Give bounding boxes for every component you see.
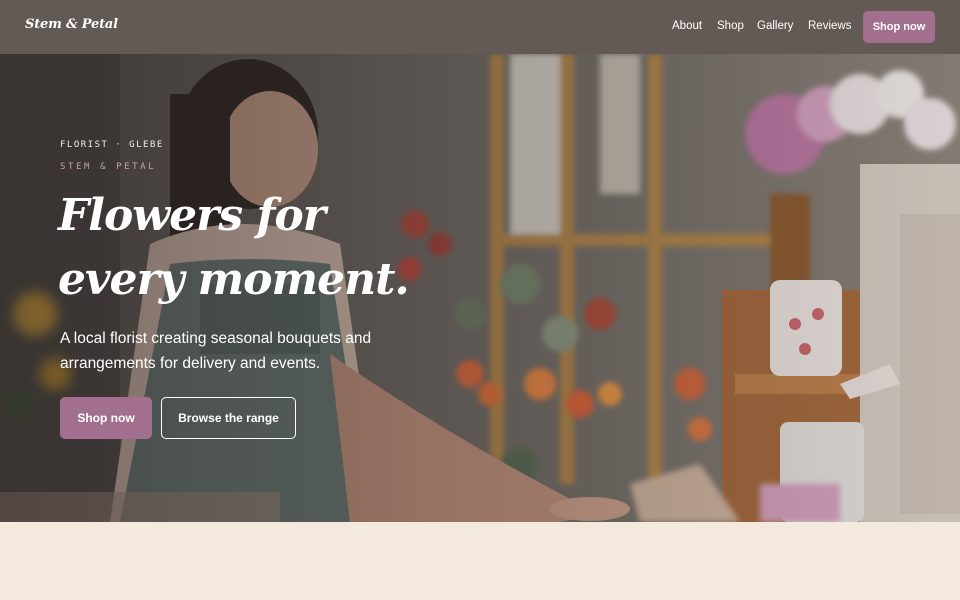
hero-eyebrow: FLORIST · GLEBE (60, 140, 164, 150)
hero-shop-now-button[interactable]: Shop now (60, 397, 152, 439)
hero-lede: A local florist creating seasonal bouque… (60, 330, 372, 372)
site-header: Stem & Petal About Shop Gallery Reviews … (0, 0, 960, 54)
site-logo[interactable]: Stem & Petal (25, 17, 118, 32)
nav-link-about[interactable]: About (672, 20, 702, 32)
nav-link-gallery[interactable]: Gallery (757, 20, 793, 32)
nav-link-reviews[interactable]: Reviews (808, 20, 851, 32)
hero-section: FLORIST · GLEBE STEM & PETAL Flowers for… (0, 54, 960, 522)
hero-headline: Flowers for every moment. (58, 190, 410, 305)
header-shop-now-button[interactable]: Shop now (863, 11, 935, 43)
hero-subeyebrow: STEM & PETAL (60, 162, 157, 172)
below-hero-section (0, 522, 960, 600)
browse-range-button[interactable]: Browse the range (161, 397, 296, 439)
nav-link-shop[interactable]: Shop (717, 20, 744, 32)
page: Stem & Petal About Shop Gallery Reviews … (0, 0, 960, 600)
